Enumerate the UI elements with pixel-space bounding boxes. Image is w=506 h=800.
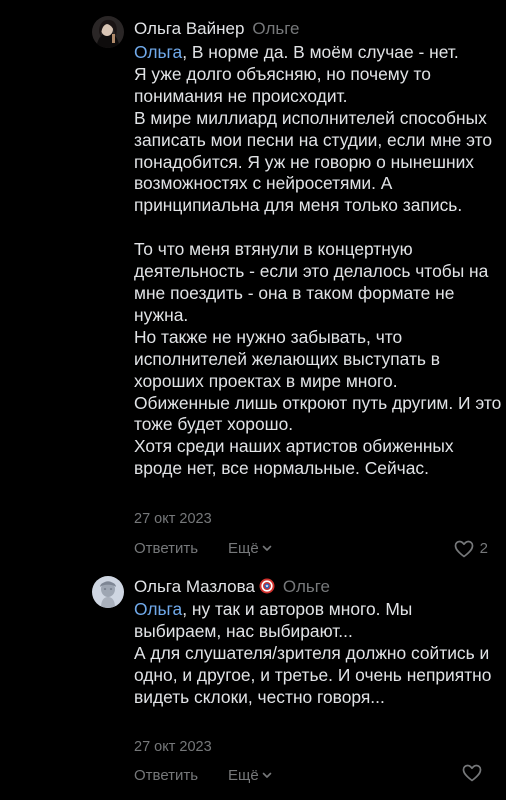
- comment-text: Ольга, В норме да. В моём случае - нет. …: [134, 42, 504, 480]
- captain-america-shield-icon: [259, 578, 275, 594]
- author-name[interactable]: Ольга Мазлова: [134, 577, 255, 596]
- comment-date[interactable]: 27 окт 2023: [134, 510, 212, 528]
- chevron-down-icon: [262, 545, 272, 551]
- reply-to-label[interactable]: Ольге: [283, 577, 330, 596]
- comment-body: , В норме да. В моём случае - нет. Я уже…: [134, 42, 502, 479]
- comment-actions: Ответить Ещё: [134, 764, 488, 788]
- comment-actions: Ответить Ещё 2: [134, 537, 488, 561]
- author-name[interactable]: Ольга Вайнер: [134, 19, 244, 38]
- reply-button[interactable]: Ответить: [134, 537, 198, 561]
- heart-icon: [462, 764, 482, 782]
- like-button[interactable]: [462, 764, 488, 782]
- reply-button[interactable]: Ответить: [134, 764, 198, 788]
- heart-icon: [454, 540, 474, 558]
- more-label: Ещё: [228, 767, 259, 784]
- mention-link[interactable]: Ольга: [134, 599, 182, 619]
- avatar[interactable]: [92, 16, 124, 48]
- comment-text: Ольга, ну так и авторов много. Мы выбира…: [134, 599, 504, 709]
- chevron-down-icon: [262, 772, 272, 778]
- avatar[interactable]: [92, 576, 124, 608]
- comment-header: Ольга Вайнер Ольге: [134, 18, 300, 40]
- more-button[interactable]: Ещё: [228, 537, 273, 561]
- reply-to-label[interactable]: Ольге: [252, 19, 299, 38]
- comment-date[interactable]: 27 окт 2023: [134, 738, 212, 756]
- mention-link[interactable]: Ольга: [134, 42, 182, 62]
- like-count: 2: [479, 540, 488, 557]
- like-button[interactable]: 2: [454, 537, 488, 561]
- comment-body: , ну так и авторов много. Мы выбираем, н…: [134, 599, 492, 707]
- more-label: Ещё: [228, 540, 259, 557]
- more-button[interactable]: Ещё: [228, 764, 273, 788]
- comment-header: Ольга Мазлова Ольге: [134, 576, 330, 598]
